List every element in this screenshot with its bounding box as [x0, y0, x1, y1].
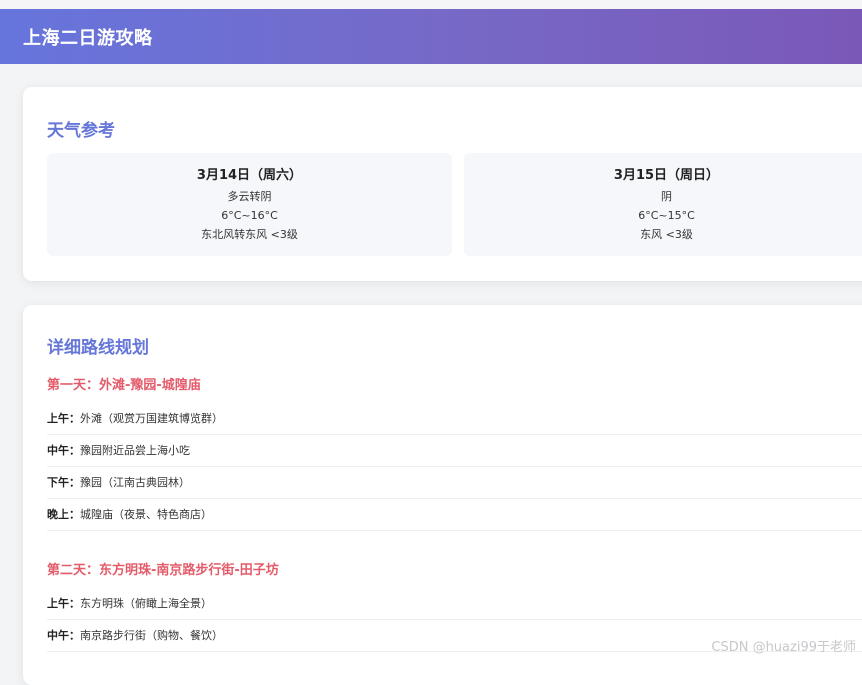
- window-top-strip: [0, 0, 862, 9]
- time-label: 中午：: [47, 444, 80, 457]
- day-two-title: 第二天：东方明珠-南京路步行街-田子坊: [47, 563, 279, 578]
- weather-temperature: 6°C~16°C: [221, 209, 278, 222]
- time-label: 上午：: [47, 412, 80, 425]
- list-item: 上午：东方明珠（俯瞰上海全景）: [47, 588, 862, 620]
- activity-text: 东方明珠（俯瞰上海全景）: [80, 597, 212, 610]
- activity-text: 外滩（观赏万国建筑博览群）: [80, 412, 223, 425]
- activity-text: 城隍庙（夜景、特色商店）: [80, 508, 212, 521]
- weather-wind: 东风 <3级: [640, 228, 693, 241]
- weather-section-title: 天气参考: [47, 121, 115, 141]
- weather-card: 天气参考 3月14日（周六） 多云转阴 6°C~16°C 东北风转东风 <3级 …: [23, 87, 862, 281]
- list-item: 上午：外滩（观赏万国建筑博览群）: [47, 403, 862, 435]
- list-item: 晚上：城隍庙（夜景、特色商店）: [47, 499, 862, 531]
- weather-wind: 东北风转东风 <3级: [201, 228, 298, 241]
- watermark: CSDN @huazi99于老师: [711, 640, 856, 655]
- time-label: 下午：: [47, 476, 80, 489]
- route-section-title: 详细路线规划: [47, 338, 149, 358]
- weather-date: 3月14日（周六）: [196, 168, 303, 183]
- time-label: 中午：: [47, 629, 80, 642]
- time-label: 晚上：: [47, 508, 80, 521]
- day-one-title: 第一天：外滩-豫园-城隍庙: [47, 378, 201, 393]
- page-title: 上海二日游攻略: [23, 27, 153, 49]
- list-item: 下午：豫园（江南古典园林）: [47, 467, 862, 499]
- activity-text: 豫园（江南古典园林）: [80, 476, 190, 489]
- activity-text: 南京路步行街（购物、餐饮）: [80, 629, 223, 642]
- weather-condition: 阴: [661, 190, 672, 203]
- list-item: 中午：豫园附近品尝上海小吃: [47, 435, 862, 467]
- day-one-plan-list: 上午：外滩（观赏万国建筑博览群） 中午：豫园附近品尝上海小吃 下午：豫园（江南古…: [47, 403, 862, 531]
- weather-day-card: 3月14日（周六） 多云转阴 6°C~16°C 东北风转东风 <3级: [47, 153, 452, 256]
- page-header: 上海二日游攻略: [0, 9, 862, 64]
- weather-date: 3月15日（周日）: [613, 168, 720, 183]
- weather-condition: 多云转阴: [227, 190, 272, 203]
- route-card: 详细路线规划 第一天：外滩-豫园-城隍庙 上午：外滩（观赏万国建筑博览群） 中午…: [23, 305, 862, 685]
- weather-day-card: 3月15日（周日） 阴 6°C~15°C 东风 <3级: [464, 153, 862, 256]
- time-label: 上午：: [47, 597, 80, 610]
- weather-temperature: 6°C~15°C: [638, 209, 695, 222]
- activity-text: 豫园附近品尝上海小吃: [80, 444, 190, 457]
